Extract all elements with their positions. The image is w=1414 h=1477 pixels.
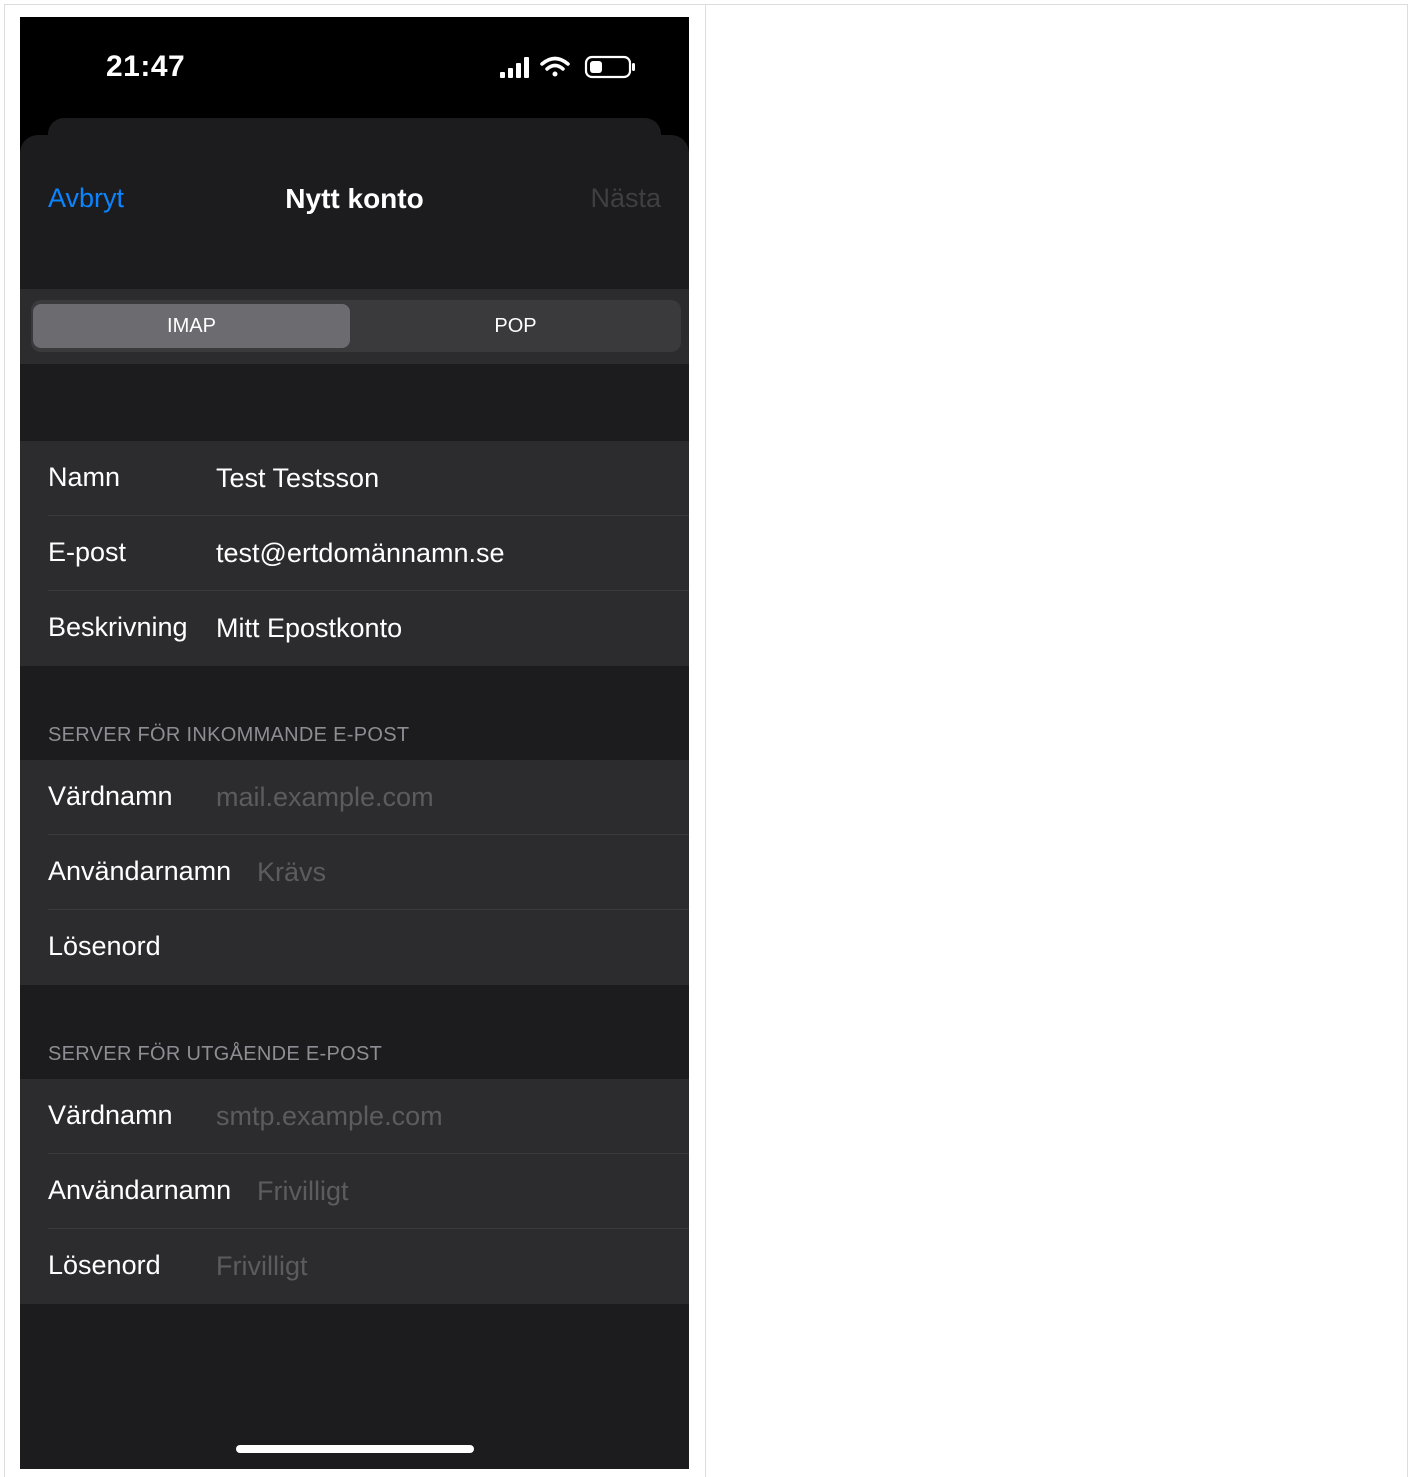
table-divider <box>705 4 706 1477</box>
cellular-signal-icon <box>500 57 529 78</box>
segment-imap[interactable]: IMAP <box>33 304 350 348</box>
home-indicator[interactable] <box>236 1445 474 1453</box>
outgoing-host-input[interactable]: smtp.example.com <box>216 1101 443 1132</box>
account-type-segmented-control: IMAP POP <box>31 300 681 352</box>
description-label: Beskrivning <box>48 612 188 642</box>
name-row[interactable]: Namn Test Testsson <box>20 441 689 516</box>
email-field[interactable]: test@ertdomännamn.se <box>216 538 505 569</box>
description-field[interactable]: Mitt Epostkonto <box>216 613 402 644</box>
incoming-server-header: SERVER FÖR INKOMMANDE E-POST <box>48 724 410 746</box>
phone-screenshot: 21:47 Nytt konto Avbryt Nästa IMAP POP N… <box>20 17 689 1469</box>
outgoing-server-header: SERVER FÖR UTGÅENDE E-POST <box>48 1043 383 1065</box>
outgoing-server-group: Värdnamn smtp.example.com Användarnamn F… <box>20 1079 689 1304</box>
incoming-server-group: Värdnamn mail.example.com Användarnamn K… <box>20 760 689 985</box>
name-label: Namn <box>48 462 121 492</box>
outgoing-host-label: Värdnamn <box>48 1100 173 1130</box>
incoming-host-label: Värdnamn <box>48 781 173 811</box>
incoming-password-label: Lösenord <box>48 931 161 961</box>
email-label: E-post <box>48 537 127 567</box>
status-time: 21:47 <box>106 50 186 83</box>
outgoing-username-label: Användarnamn <box>48 1175 232 1205</box>
status-icons <box>498 53 638 83</box>
name-field[interactable]: Test Testsson <box>216 463 379 494</box>
incoming-host-input[interactable]: mail.example.com <box>216 782 434 813</box>
outgoing-username-input[interactable]: Frivilligt <box>257 1176 349 1207</box>
description-row[interactable]: Beskrivning Mitt Epostkonto <box>20 591 689 666</box>
outgoing-password-input[interactable]: Frivilligt <box>216 1251 308 1282</box>
account-info-group: Namn Test Testsson E-post test@ertdomänn… <box>20 441 689 666</box>
outgoing-host-row[interactable]: Värdnamn smtp.example.com <box>20 1079 689 1154</box>
next-button[interactable]: Nästa <box>590 183 661 214</box>
segment-pop[interactable]: POP <box>352 304 679 348</box>
incoming-username-label: Användarnamn <box>48 856 232 886</box>
new-account-sheet: Nytt konto Avbryt Nästa IMAP POP Namn Te… <box>20 135 689 1469</box>
outgoing-username-row[interactable]: Användarnamn Frivilligt <box>20 1154 689 1229</box>
incoming-password-row[interactable]: Lösenord <box>20 910 689 985</box>
outgoing-password-label: Lösenord <box>48 1250 161 1280</box>
battery-icon <box>584 55 635 79</box>
incoming-username-row[interactable]: Användarnamn Krävs <box>20 835 689 910</box>
segment-band: IMAP POP <box>20 289 689 364</box>
cancel-button[interactable]: Avbryt <box>48 183 124 214</box>
outgoing-password-row[interactable]: Lösenord Frivilligt <box>20 1229 689 1304</box>
incoming-host-row[interactable]: Värdnamn mail.example.com <box>20 760 689 835</box>
incoming-username-input[interactable]: Krävs <box>257 857 326 888</box>
wifi-icon <box>540 56 570 77</box>
email-row[interactable]: E-post test@ertdomännamn.se <box>20 516 689 591</box>
